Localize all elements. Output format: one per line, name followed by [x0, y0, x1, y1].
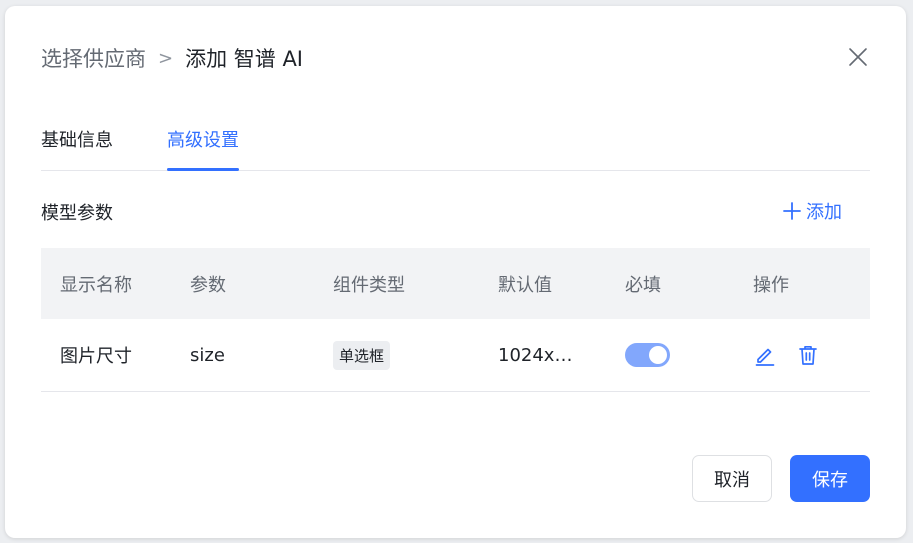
header-component-type: 组件类型 [333, 274, 405, 296]
save-button[interactable]: 保存 [790, 455, 870, 502]
default-value-text: 1024x… [498, 344, 573, 366]
cell-required [625, 319, 670, 391]
trash-icon [799, 345, 817, 365]
component-type-tag: 单选框 [333, 340, 391, 370]
plus-icon [783, 202, 801, 220]
tab-advanced-settings[interactable]: 高级设置 [167, 124, 239, 171]
edit-button[interactable] [753, 343, 777, 367]
breadcrumb-separator: > [158, 47, 174, 69]
close-icon [849, 48, 867, 66]
cell-display-name: 图片尺寸 [60, 346, 132, 367]
toggle-knob [649, 346, 667, 364]
add-param-button[interactable]: 添加 [783, 198, 842, 224]
cell-default-value: 1024x… [498, 319, 572, 391]
delete-button[interactable] [796, 343, 820, 367]
header-default-value: 默认值 [498, 274, 552, 296]
add-provider-dialog: 选择供应商 > 添加 智谱 AI 基础信息 高级设置 模型参数 添加 显示名称 … [5, 6, 906, 538]
section-title: 模型参数 [41, 203, 113, 224]
breadcrumb-parent[interactable]: 选择供应商 [41, 43, 146, 73]
breadcrumb-current: 添加 智谱 AI [185, 47, 304, 71]
required-toggle[interactable] [625, 343, 670, 367]
table-row: 图片尺寸 size 单选框 1024x… [41, 319, 870, 392]
cancel-button[interactable]: 取消 [692, 455, 772, 502]
table-header: 显示名称 参数 组件类型 默认值 必填 操作 [41, 248, 870, 319]
tab-bar: 基础信息 高级设置 [41, 124, 870, 171]
cell-component-type: 单选框 [333, 319, 391, 391]
edit-icon [755, 348, 775, 366]
header-required: 必填 [625, 274, 661, 296]
params-table: 显示名称 参数 组件类型 默认值 必填 操作 图片尺寸 size 单选框 102… [41, 248, 870, 392]
breadcrumb: 选择供应商 > 添加 智谱 AI [41, 44, 303, 72]
header-actions: 操作 [753, 274, 789, 296]
cell-actions [753, 319, 820, 391]
add-param-label: 添加 [806, 202, 842, 223]
header-param: 参数 [190, 274, 226, 296]
close-button[interactable] [843, 42, 873, 72]
header-display-name: 显示名称 [60, 274, 132, 296]
tab-basic-info[interactable]: 基础信息 [41, 124, 113, 170]
cell-param: size [190, 344, 225, 366]
